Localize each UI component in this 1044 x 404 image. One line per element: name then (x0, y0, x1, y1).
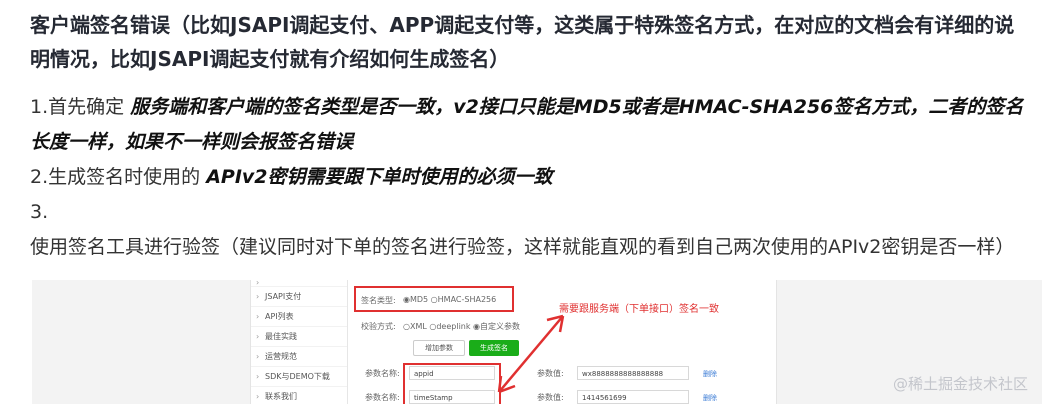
sign-tool-page: JSAPI支付 API列表 最佳实践 运营规范 SDK与DEMO下载 联系我们 … (250, 280, 777, 404)
item-emphasis: APIv2密钥需要跟下单时使用的必须一致 (206, 166, 553, 188)
site-watermark: @稀土掘金技术社区 (892, 375, 1028, 393)
item-text: 使用签名工具进行验签（建议同时对下单的签名进行验签，这样就能直观的看到自己两次使… (30, 236, 1015, 258)
item-text: 生成签名时使用的 (48, 166, 207, 188)
list-item: 2.生成签名时使用的 APIv2密钥需要跟下单时使用的必须一致 (30, 160, 1030, 195)
annotation-arrow-icon (497, 314, 565, 394)
annotation-note: 需要跟服务端（下单接口）签名一致 (559, 304, 719, 315)
item-number: 2. (30, 166, 49, 188)
item-number: 3. (30, 201, 49, 223)
item-text: 首先确定 (48, 96, 131, 118)
section-heading: 客户端签名错误（比如JSAPI调起支付、APP调起支付等，这类属于特殊签名方式，… (30, 13, 1015, 71)
item-number: 1. (30, 96, 49, 118)
list-item: 1.首先确定 服务端和客户端的签名类型是否一致，v2接口只能是MD5或者是HMA… (30, 90, 1030, 160)
list-item: 3. 使用签名工具进行验签（建议同时对下单的签名进行验签，这样就能直观的看到自己两… (30, 195, 1030, 265)
steps-list: 1.首先确定 服务端和客户端的签名类型是否一致，v2接口只能是MD5或者是HMA… (30, 90, 1030, 265)
embedded-screenshot: JSAPI支付 API列表 最佳实践 运营规范 SDK与DEMO下载 联系我们 … (32, 280, 1042, 404)
item-emphasis: 服务端和客户端的签名类型是否一致，v2接口只能是MD5或者是HMAC-SHA25… (30, 96, 1024, 153)
